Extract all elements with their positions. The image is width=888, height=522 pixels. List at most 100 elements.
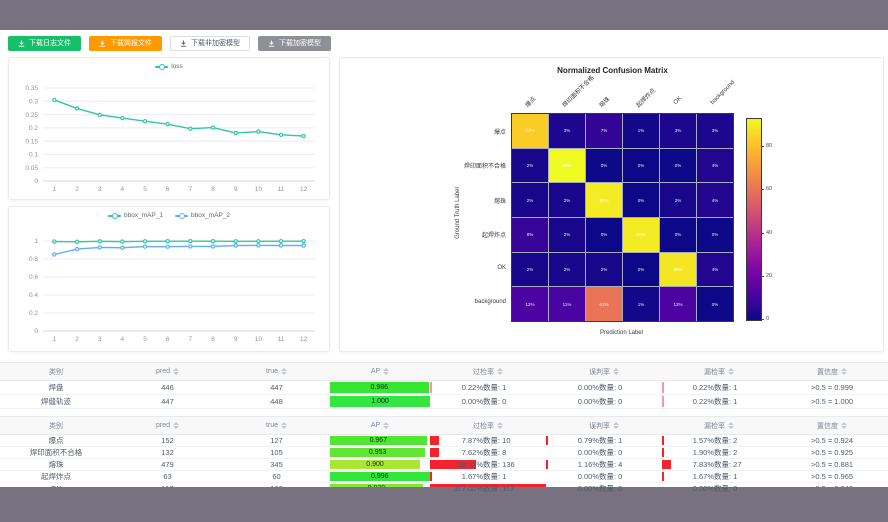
sort-icon[interactable] — [173, 368, 179, 375]
download-button-2[interactable]: 下载非加密模型 — [170, 36, 250, 51]
matrix-cell-1-4: 0% — [660, 149, 696, 183]
colorbar-tick — [761, 276, 764, 277]
confusion-matrix-heatmap: 83%3%7%1%3%3%2%93%0%0%0%4%2%2%90%0%2%4%8… — [511, 113, 734, 322]
bbox-map-chart-legend: bbox_mAP_1 bbox_mAP_2 — [9, 212, 329, 219]
matrix-cell-3-2: 0% — [586, 218, 622, 252]
matrix-cell-2-2: 90% — [586, 183, 622, 217]
cell-overdetect-rate: 7.87%数量: 10 — [430, 435, 546, 446]
download-button-1[interactable]: 下载简报文件 — [89, 36, 162, 51]
legend-item-bbox_mAP_2[interactable]: bbox_mAP_2 — [175, 212, 230, 219]
column-header-4[interactable]: 过检率 — [430, 363, 546, 380]
legend-item-loss[interactable]: loss — [155, 63, 183, 70]
rate-count: 数量: 8 — [483, 447, 531, 458]
column-header-6[interactable]: 漏检率 — [662, 417, 776, 434]
sort-icon[interactable] — [383, 422, 389, 429]
cell-ap: 0.953 — [330, 447, 430, 458]
rate-percent: 0.00% — [445, 397, 483, 406]
legend-item-bbox_mAP_1[interactable]: bbox_mAP_1 — [108, 212, 163, 219]
sort-icon[interactable] — [728, 422, 734, 429]
cell-miss-rate: 1.57%数量: 2 — [662, 435, 776, 446]
cell-misjudge-rate: 0.00%数量: 0 — [546, 381, 662, 394]
metrics-table-0: 类别predtrueAP过检率误判率漏检率置信度焊盘4464470.9860.2… — [0, 362, 888, 409]
rate-count: 数量: 0 — [599, 483, 647, 494]
column-header-2[interactable]: true — [223, 363, 330, 380]
table-row-熔珠: 熔珠4793450.90039.42%数量: 1361.16%数量: 47.83… — [0, 459, 888, 471]
column-header-2[interactable]: true — [223, 417, 330, 434]
column-header-label: 过检率 — [473, 421, 494, 431]
cell-category: 焊缝轨迹 — [0, 395, 112, 408]
column-header-5[interactable]: 误判率 — [546, 417, 662, 434]
matrix-cell-2-5: 4% — [697, 183, 733, 217]
confusion-matrix-xlabel: Prediction Label — [511, 330, 732, 336]
svg-text:0.6: 0.6 — [29, 274, 38, 281]
rate-percent: 1.57% — [676, 436, 714, 445]
sort-icon[interactable] — [281, 368, 287, 375]
matrix-cell-0-0: 83% — [512, 114, 548, 148]
column-header-4[interactable]: 过检率 — [430, 417, 546, 434]
rate-percent: 0.22% — [676, 397, 714, 406]
confusion-matrix-title: Normalized Confusion Matrix — [340, 66, 885, 75]
column-header-3[interactable]: AP — [330, 417, 430, 434]
cell-ap: 0.986 — [330, 381, 430, 394]
rate-count: 数量: 1 — [599, 435, 647, 446]
cell-true: 447 — [223, 381, 330, 394]
column-header-1[interactable]: pred — [112, 417, 223, 434]
download-icon — [268, 40, 275, 47]
download-button-3[interactable]: 下载加密模型 — [258, 36, 331, 51]
rate-percent: 0.79% — [561, 436, 599, 445]
table-row-焊盘: 焊盘4464470.9860.22%数量: 10.00%数量: 00.22%数量… — [0, 381, 888, 395]
rate-count: 数量: 0 — [599, 471, 647, 482]
cell-true: 448 — [223, 395, 330, 408]
rate-percent: 39.42% — [445, 460, 483, 469]
cell-misjudge-rate: 0.00%数量: 0 — [546, 447, 662, 458]
column-header-7[interactable]: 置信度 — [776, 417, 888, 434]
rate-bar — [662, 472, 664, 481]
sort-icon[interactable] — [281, 422, 287, 429]
svg-text:9: 9 — [234, 336, 238, 343]
top-window-band — [0, 0, 888, 30]
sort-icon[interactable] — [497, 368, 503, 375]
rate-bar — [662, 448, 664, 457]
rate-count: 数量: 0 — [599, 396, 647, 407]
column-header-1[interactable]: pred — [112, 363, 223, 380]
cell-miss-rate: 0.22%数量: 1 — [662, 381, 776, 394]
column-header-6[interactable]: 漏检率 — [662, 363, 776, 380]
sort-icon[interactable] — [841, 368, 847, 375]
sort-icon[interactable] — [497, 422, 503, 429]
download-button-label: 下载非加密模型 — [191, 40, 240, 47]
cell-ap: 0.900 — [330, 459, 430, 470]
rate-count: 数量: 1 — [483, 382, 531, 393]
sort-icon[interactable] — [383, 368, 389, 375]
matrix-cell-4-0: 2% — [512, 253, 548, 287]
column-header-label: true — [266, 368, 278, 375]
cell-pred: 447 — [112, 395, 223, 408]
sort-icon[interactable] — [173, 422, 179, 429]
column-header-3[interactable]: AP — [330, 363, 430, 380]
sort-icon[interactable] — [613, 368, 619, 375]
rate-percent: 0.00% — [561, 383, 599, 392]
column-header-7[interactable]: 置信度 — [776, 363, 888, 380]
legend-line-icon — [108, 213, 121, 218]
cell-category: 焊印面积不合格 — [0, 447, 112, 458]
cell-overdetect-rate: 1.67%数量: 1 — [430, 471, 546, 482]
sort-icon[interactable] — [841, 422, 847, 429]
cell-ap: 0.996 — [330, 471, 430, 482]
column-header-label: 置信度 — [817, 367, 838, 377]
matrix-cell-1-3: 0% — [623, 149, 659, 183]
matrix-row-label: 焊印面积不合格 — [430, 161, 506, 170]
download-toolbar: 下载日志文件下载简报文件 下载非加密模型 下载加密模型 — [8, 36, 331, 51]
rate-percent: 7.62% — [445, 448, 483, 457]
column-header-5[interactable]: 误判率 — [546, 363, 662, 380]
cell-overdetect-rate: 117.00%数量: 117 — [430, 483, 546, 494]
column-header-label: 类别 — [49, 367, 63, 377]
download-button-0[interactable]: 下载日志文件 — [8, 36, 81, 51]
column-header-label: 误判率 — [589, 367, 610, 377]
svg-text:12: 12 — [300, 186, 308, 193]
svg-text:4: 4 — [121, 186, 125, 193]
sort-icon[interactable] — [728, 368, 734, 375]
sort-icon[interactable] — [613, 422, 619, 429]
svg-text:0.2: 0.2 — [29, 125, 38, 132]
matrix-cell-5-4: 12% — [660, 287, 696, 321]
rate-count: 数量: 0 — [599, 447, 647, 458]
rate-percent: 0.00% — [561, 397, 599, 406]
